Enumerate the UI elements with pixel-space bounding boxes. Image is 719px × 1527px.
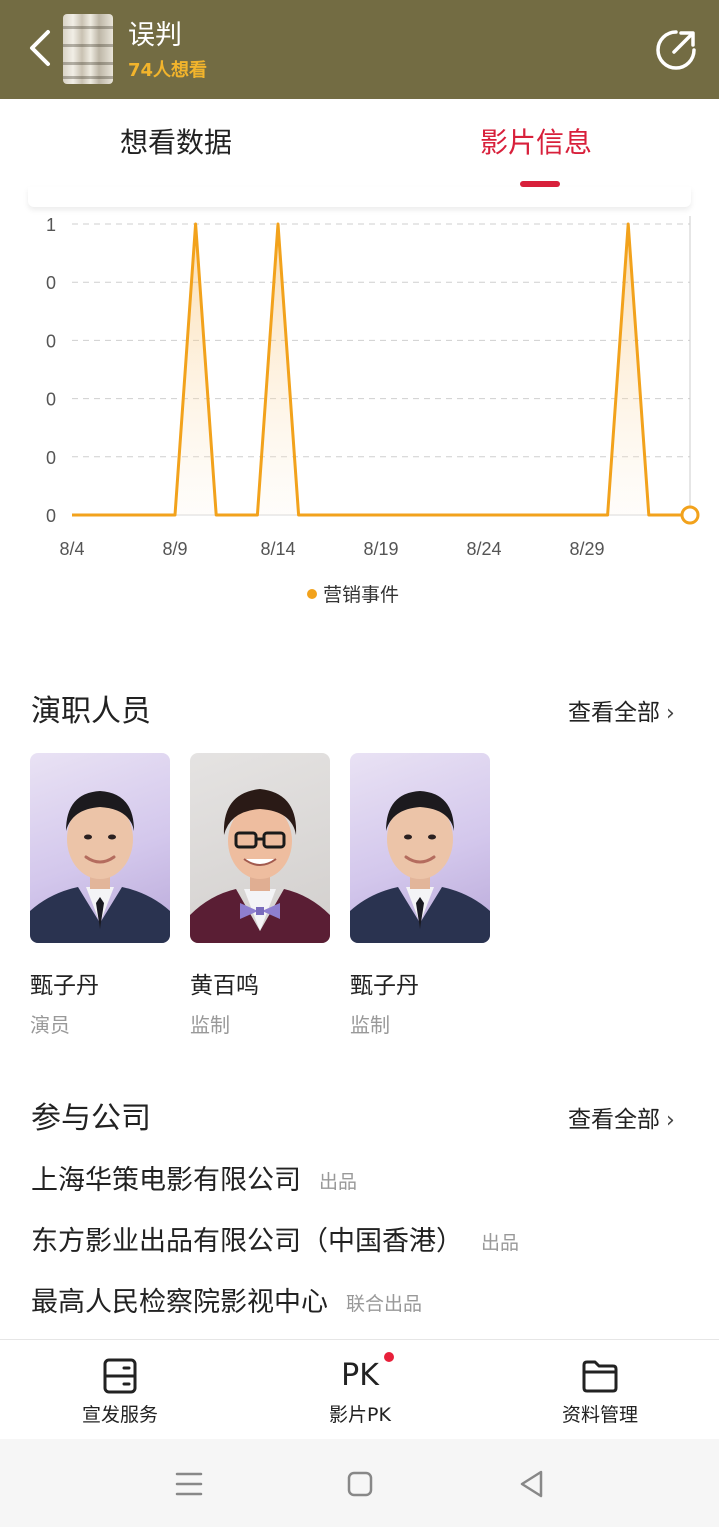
company-item[interactable]: 东方影业出品有限公司（中国香港） 出品	[31, 1224, 519, 1261]
companies-section-title: 参与公司	[31, 1101, 151, 1136]
company-name: 上海华策电影有限公司	[31, 1165, 301, 1196]
cast-photo[interactable]	[190, 753, 330, 943]
cast-name: 黄百鸣	[190, 973, 259, 999]
selected-point	[680, 505, 700, 525]
folder-icon	[582, 1360, 618, 1393]
x-tick-label: 8/24	[466, 539, 501, 559]
promotion-service-button[interactable]: 宣发服务	[40, 1340, 200, 1440]
y-tick-label: 0	[46, 390, 56, 410]
bottom-action-bar: 宣发服务 PK 影片PK 资料管理	[0, 1339, 719, 1439]
data-management-label: 资料管理	[561, 1404, 638, 1426]
company-item[interactable]: 最高人民检察院影视中心 联合出品	[31, 1285, 422, 1322]
x-tick-label: 8/29	[569, 539, 604, 559]
pk-icon: PK	[341, 1358, 379, 1393]
cast-see-all-label: 查看全部	[568, 700, 660, 726]
company-role: 出品	[319, 1170, 358, 1193]
data-management-button[interactable]: 资料管理	[520, 1340, 680, 1440]
top-header: 误判 74人想看	[0, 0, 719, 99]
marketing-events-chart: 1 0 0 0 0 0 8/4 8/9 8/14 8/19 8/24 8/29	[46, 215, 700, 559]
cast-role: 监制	[350, 1013, 390, 1037]
companies-see-all-link[interactable]: 查看全部 ›	[568, 1104, 675, 1137]
x-tick-label: 8/9	[162, 539, 187, 559]
cast-photo[interactable]	[30, 753, 170, 943]
movie-poster-thumbnail[interactable]	[63, 14, 113, 84]
company-name: 最高人民检察院影视中心	[31, 1287, 328, 1318]
legend-dot-icon	[307, 588, 317, 599]
menu-icon[interactable]	[172, 1467, 206, 1501]
company-role: 出品	[481, 1231, 520, 1254]
cast-name: 甄子丹	[30, 973, 99, 999]
series-line	[72, 222, 690, 517]
x-tick-label: 8/4	[59, 539, 84, 559]
chevron-right-icon: ›	[666, 1108, 675, 1133]
company-role: 联合出品	[346, 1292, 423, 1315]
movie-pk-label: 影片PK	[329, 1404, 391, 1426]
y-tick-label: 1	[46, 215, 56, 235]
server-icon	[103, 1358, 137, 1394]
system-navigation-bar	[0, 1439, 719, 1527]
y-tick-label: 0	[46, 506, 56, 526]
cast-card[interactable]: 黄百鸣 监制	[190, 753, 330, 1037]
series-area	[72, 224, 690, 515]
movie-title: 误判	[128, 20, 182, 51]
chart-legend: 营销事件	[307, 581, 399, 609]
chevron-left-icon[interactable]	[22, 26, 62, 70]
y-tick-label: 0	[46, 331, 56, 351]
legend-label: 营销事件	[323, 584, 400, 606]
companies-see-all-label: 查看全部	[568, 1107, 660, 1133]
cast-photo[interactable]	[350, 753, 490, 943]
cast-section-title: 演职人员	[31, 694, 151, 729]
cast-name: 甄子丹	[350, 973, 419, 999]
notification-badge	[384, 1352, 394, 1362]
company-name: 东方影业出品有限公司（中国香港）	[31, 1226, 463, 1257]
company-item[interactable]: 上海华策电影有限公司 出品	[31, 1163, 357, 1200]
want-to-see-count: 74人想看	[128, 60, 208, 81]
cast-role: 演员	[30, 1013, 70, 1037]
tab-movie-info[interactable]: 影片信息	[480, 123, 592, 163]
cast-see-all-link[interactable]: 查看全部 ›	[568, 697, 675, 730]
x-tick-label: 8/19	[363, 539, 398, 559]
x-tick-label: 8/14	[260, 539, 295, 559]
chevron-right-icon: ›	[666, 701, 675, 726]
y-tick-label: 0	[46, 448, 56, 468]
cast-role: 监制	[190, 1013, 230, 1037]
cast-card[interactable]: 甄子丹 演员	[30, 753, 170, 1037]
back-triangle-icon[interactable]	[515, 1467, 549, 1501]
promotion-service-label: 宣发服务	[81, 1404, 158, 1426]
movie-pk-button[interactable]: PK 影片PK	[280, 1340, 440, 1440]
home-icon[interactable]	[343, 1467, 377, 1501]
tab-bar: 想看数据 影片信息	[0, 99, 719, 187]
y-tick-label: 0	[46, 273, 56, 293]
tab-want-to-see-data[interactable]: 想看数据	[120, 123, 232, 163]
cast-card[interactable]: 甄子丹 监制	[350, 753, 490, 1037]
share-icon[interactable]	[654, 28, 698, 72]
